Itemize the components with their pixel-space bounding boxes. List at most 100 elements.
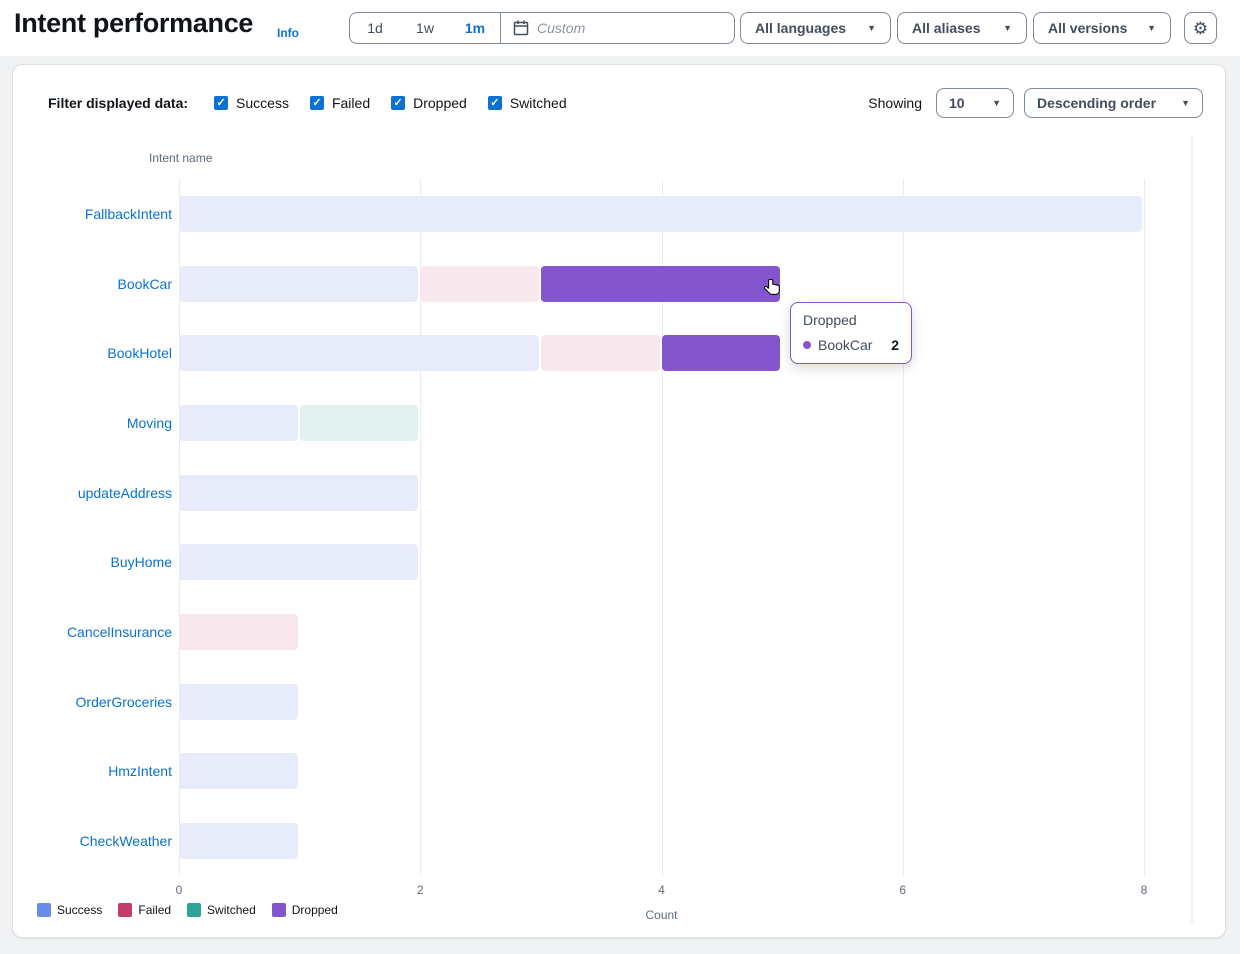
range-1d-button[interactable]: 1d: [350, 13, 400, 43]
legend-swatch: [118, 903, 132, 917]
bar-segment-failed[interactable]: [179, 614, 298, 650]
bar-row: [179, 318, 1144, 388]
intent-name-link[interactable]: FallbackIntent: [13, 179, 172, 249]
x-tick-label: 8: [1141, 883, 1148, 897]
chart-controls: Filter displayed data: ✓ Success ✓ Faile…: [48, 87, 1203, 119]
bar-segment-success[interactable]: [179, 335, 539, 371]
tooltip-series-name: BookCar: [818, 337, 872, 353]
plot-area: [179, 179, 1144, 876]
page-size-select[interactable]: 10 ▼: [936, 88, 1014, 118]
bar-segment-switched[interactable]: [300, 405, 419, 441]
legend-swatch: [37, 903, 51, 917]
y-axis-title: Intent name: [149, 151, 212, 165]
legend-item-success[interactable]: Success: [37, 903, 102, 917]
legend-swatch: [187, 903, 201, 917]
bar-segment-success[interactable]: [179, 405, 298, 441]
checkbox-failed[interactable]: ✓ Failed: [310, 95, 370, 111]
chevron-down-icon: ▼: [992, 99, 1001, 108]
bar-segment-success[interactable]: [179, 544, 418, 580]
languages-dropdown[interactable]: All languages ▼: [740, 12, 891, 44]
page-size-value: 10: [949, 95, 965, 111]
checkbox-success[interactable]: ✓ Success: [214, 95, 289, 111]
checkbox-checked-icon: ✓: [391, 96, 405, 110]
checkbox-dropped-label: Dropped: [413, 95, 467, 111]
bar-segment-dropped[interactable]: [662, 335, 781, 371]
chevron-down-icon: ▼: [1147, 24, 1156, 33]
legend-label: Failed: [138, 903, 171, 917]
chevron-down-icon: ▼: [1003, 24, 1012, 33]
bar-row: [179, 597, 1144, 667]
x-tick-label: 2: [417, 883, 424, 897]
legend-item-switched[interactable]: Switched: [187, 903, 256, 917]
legend-label: Dropped: [292, 903, 338, 917]
checkbox-failed-label: Failed: [332, 95, 370, 111]
showing-label: Showing: [868, 95, 922, 111]
legend-item-dropped[interactable]: Dropped: [272, 903, 338, 917]
x-axis: 02468: [179, 883, 1144, 897]
bar-segment-success[interactable]: [179, 823, 298, 859]
versions-dropdown-label: All versions: [1048, 20, 1127, 36]
checkbox-success-label: Success: [236, 95, 289, 111]
legend-item-failed[interactable]: Failed: [118, 903, 171, 917]
tooltip-series-dot: [803, 341, 811, 349]
chart-legend: Success Failed Switched Dropped: [37, 903, 338, 917]
tooltip-row: BookCar 2: [803, 337, 899, 353]
bar-segment-success[interactable]: [179, 475, 418, 511]
chevron-down-icon: ▼: [1181, 99, 1190, 108]
bar-segment-failed[interactable]: [541, 335, 660, 371]
bar-row: [179, 388, 1144, 458]
intent-name-link[interactable]: HmzIntent: [13, 737, 172, 807]
range-1w-button[interactable]: 1w: [400, 13, 450, 43]
x-tick-label: 6: [899, 883, 906, 897]
gridline: [1144, 179, 1145, 876]
intent-name-link[interactable]: BookHotel: [13, 318, 172, 388]
checkbox-dropped[interactable]: ✓ Dropped: [391, 95, 467, 111]
checkbox-checked-icon: ✓: [214, 96, 228, 110]
intent-labels-column: FallbackIntentBookCarBookHotelMovingupda…: [13, 179, 172, 876]
scrollbar[interactable]: [1191, 135, 1193, 923]
legend-label: Success: [57, 903, 102, 917]
bar-row: [179, 528, 1144, 598]
intent-name-link[interactable]: updateAddress: [13, 458, 172, 528]
custom-date-input[interactable]: Custom: [501, 13, 734, 43]
aliases-dropdown-label: All aliases: [912, 20, 981, 36]
range-1m-button[interactable]: 1m: [450, 13, 500, 43]
bar-segment-success[interactable]: [179, 753, 298, 789]
mouse-cursor-icon: [763, 277, 783, 302]
intent-name-link[interactable]: BookCar: [13, 249, 172, 319]
bar-row: [179, 249, 1144, 319]
bar-row: [179, 737, 1144, 807]
bar-row: [179, 179, 1144, 249]
settings-button[interactable]: ⚙: [1184, 12, 1217, 44]
bar-segment-success[interactable]: [179, 684, 298, 720]
tooltip-value: 2: [891, 337, 899, 353]
intent-name-link[interactable]: BuyHome: [13, 528, 172, 598]
x-tick-label: 0: [176, 883, 183, 897]
tooltip-title: Dropped: [803, 312, 899, 328]
bar-segment-dropped[interactable]: [541, 266, 780, 302]
list-controls: Showing 10 ▼ Descending order ▼: [868, 88, 1203, 118]
time-range-control: 1d 1w 1m Custom: [349, 12, 735, 44]
checkbox-switched[interactable]: ✓ Switched: [488, 95, 567, 111]
intent-name-link[interactable]: CancelInsurance: [13, 597, 172, 667]
info-link[interactable]: Info: [277, 26, 299, 40]
custom-date-placeholder: Custom: [537, 20, 585, 36]
versions-dropdown[interactable]: All versions ▼: [1033, 12, 1171, 44]
intent-name-link[interactable]: Moving: [13, 388, 172, 458]
page-header: Intent performance Info 1d 1w 1m Custom …: [0, 0, 1240, 56]
bar-segment-success[interactable]: [179, 196, 1142, 232]
bar-segment-failed[interactable]: [420, 266, 539, 302]
calendar-icon: [513, 20, 529, 36]
intent-name-link[interactable]: OrderGroceries: [13, 667, 172, 737]
checkbox-checked-icon: ✓: [488, 96, 502, 110]
aliases-dropdown[interactable]: All aliases ▼: [897, 12, 1027, 44]
bar-row: [179, 667, 1144, 737]
gear-icon: ⚙: [1193, 20, 1208, 37]
legend-label: Switched: [207, 903, 256, 917]
intent-name-link[interactable]: CheckWeather: [13, 806, 172, 876]
sort-order-value: Descending order: [1037, 95, 1156, 111]
sort-order-select[interactable]: Descending order ▼: [1024, 88, 1203, 118]
checkbox-checked-icon: ✓: [310, 96, 324, 110]
checkbox-switched-label: Switched: [510, 95, 567, 111]
bar-segment-success[interactable]: [179, 266, 418, 302]
